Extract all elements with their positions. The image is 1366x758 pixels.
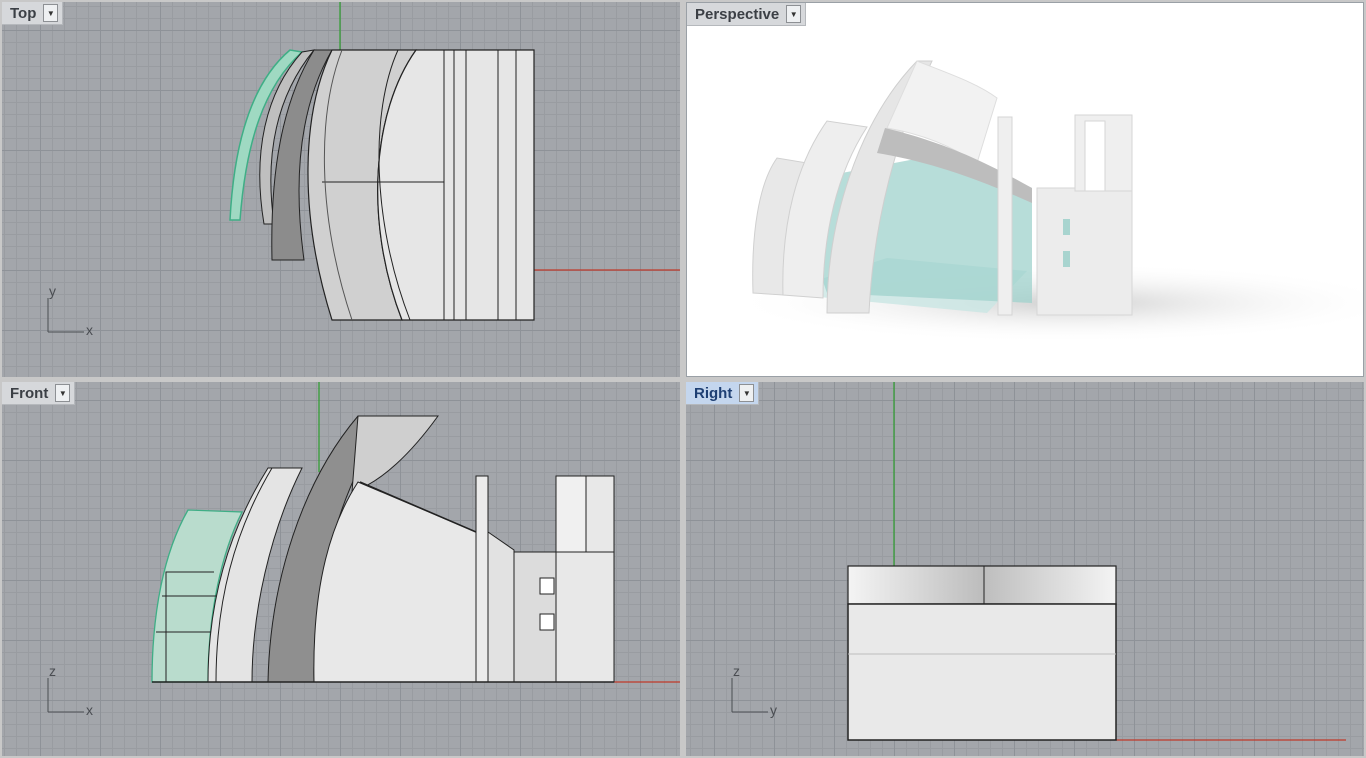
- viewport-title-front[interactable]: Front ▼: [2, 382, 76, 405]
- axis-label-v: z: [733, 663, 740, 679]
- axis-label-h: y: [770, 702, 777, 718]
- front-view-model[interactable]: z x: [2, 382, 680, 756]
- viewport-front[interactable]: Front ▼ z x: [2, 382, 680, 756]
- axis-label-v: z: [49, 663, 56, 679]
- chevron-down-icon[interactable]: ▼: [55, 384, 71, 402]
- top-view-model[interactable]: y x: [2, 2, 680, 377]
- viewport-title-text: Front: [10, 384, 49, 402]
- chevron-down-icon[interactable]: ▼: [786, 5, 802, 23]
- viewport-top[interactable]: Top ▼ y x: [2, 2, 680, 377]
- chevron-down-icon[interactable]: ▼: [739, 384, 755, 402]
- viewport-title-text: Top: [10, 4, 37, 22]
- viewport-title-text: Perspective: [695, 5, 780, 23]
- viewport-perspective[interactable]: Perspective ▼: [686, 2, 1364, 377]
- viewport-title-perspective[interactable]: Perspective ▼: [687, 3, 807, 26]
- axis-label-h: x: [86, 322, 93, 338]
- axis-gizmo: z x: [47, 663, 93, 718]
- right-view-model[interactable]: z y: [686, 382, 1364, 756]
- viewport-title-right[interactable]: Right ▼: [686, 382, 760, 405]
- viewport-title-text: Right: [694, 384, 733, 402]
- axis-label-h: x: [86, 702, 93, 718]
- axis-gizmo: z y: [731, 663, 777, 718]
- perspective-render[interactable]: [687, 3, 1364, 377]
- chevron-down-icon[interactable]: ▼: [43, 4, 59, 22]
- viewport-title-top[interactable]: Top ▼: [2, 2, 64, 25]
- axis-label-v: y: [49, 283, 56, 299]
- viewport-right[interactable]: Right ▼ z y: [686, 382, 1364, 756]
- axis-gizmo: y x: [47, 283, 93, 338]
